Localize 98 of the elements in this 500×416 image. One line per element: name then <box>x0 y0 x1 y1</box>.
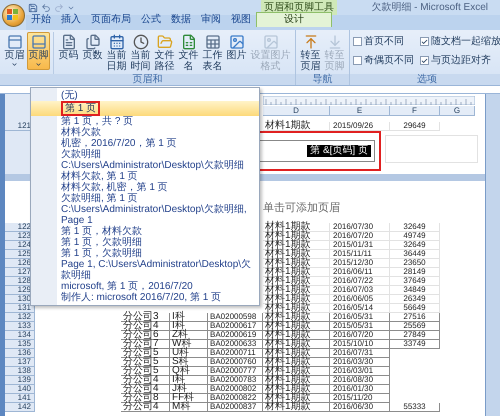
table-cell: 分公司7 <box>121 340 170 349</box>
table-cell: 2016/08/30 <box>330 376 390 385</box>
table-cell: BA02000617 <box>208 322 263 331</box>
table-cell: 材料1期款 <box>263 250 330 259</box>
table-cell: 2016/01/30 <box>330 385 390 394</box>
table-cell: 材料1期款 <box>263 394 330 403</box>
table-cell: M科 <box>170 403 208 412</box>
table-cell: 2015/01/31 <box>330 241 390 250</box>
table-cell: 2016/07/30 <box>330 223 390 232</box>
table-cell: 材料1期款 <box>263 286 330 295</box>
table-cell: 28149 <box>390 268 440 277</box>
table-cell: 2015/12/30 <box>330 259 390 268</box>
table-cell: 33749 <box>390 340 440 349</box>
table-cell: 材料1期款 <box>263 259 330 268</box>
table-cell: 2016/07/22 <box>330 277 390 286</box>
table-cell: 材料1期款 <box>263 358 330 367</box>
table-cell: 材料1期款 <box>263 295 330 304</box>
table-cell: 36449 <box>390 250 440 259</box>
table-cell: 材料1期款 <box>263 376 330 385</box>
table-cell: 分公司4 <box>121 385 170 394</box>
table-cell: I科 <box>170 376 208 385</box>
table-cell: 2015/11/20 <box>330 394 390 403</box>
table-cell: 26349 <box>390 295 440 304</box>
table-cell: 材料1期款 <box>263 322 330 331</box>
table-cell: Q科 <box>170 367 208 376</box>
table-cell: 分公司4 <box>121 322 170 331</box>
group-label: 选项 <box>350 74 500 85</box>
group-label: 导航 <box>296 74 349 85</box>
table-cell: FF科 <box>170 394 208 403</box>
table-cell: 2016/07/20 <box>330 232 390 241</box>
table-cell: 2016/03/30 <box>330 358 390 367</box>
table-cell: 分公司4 <box>121 376 170 385</box>
table-cell: 材料1期款 <box>263 403 330 412</box>
table-cell: 32649 <box>390 241 440 250</box>
table-cell: BA02000619 <box>208 331 263 340</box>
table-cell: 分公司3 <box>121 313 170 322</box>
table-cell: 材料1期款 <box>263 122 330 131</box>
table-cell: 2016/06/11 <box>330 268 390 277</box>
table-cell: 32649 <box>390 223 440 232</box>
table-cell: 分公司6 <box>121 331 170 340</box>
header-text: 第 &[页码] 页 <box>307 145 371 157</box>
checkbox-label: 首页不同 <box>364 36 404 47</box>
table-cell: 材料1期款 <box>263 349 330 358</box>
table-cell: BA02000783 <box>208 376 263 385</box>
table-cell: S科 <box>170 358 208 367</box>
table-cell: 分公司5 <box>121 358 170 367</box>
table-cell: BA02000822 <box>208 394 263 403</box>
table-cell: 材料1期款 <box>263 385 330 394</box>
table-cell: BA02000760 <box>208 358 263 367</box>
table-cell: BA02000598 <box>208 313 263 322</box>
table-cell: BA02000837 <box>208 403 263 412</box>
table-cell: 2016/03/01 <box>330 367 390 376</box>
table-cell: 2015/05/31 <box>330 322 390 331</box>
table-cell: BA02000777 <box>208 367 263 376</box>
table-cell: 分公司5 <box>121 349 170 358</box>
table-cell: 2016/06/30 <box>330 403 390 412</box>
table-cell: 2016/06/05 <box>330 295 390 304</box>
table-cell: 材料1期款 <box>263 367 330 376</box>
table-cell: I科 <box>170 313 208 322</box>
table-cell: 2015/11/11 <box>330 250 390 259</box>
table-cell: 23650 <box>390 259 440 268</box>
table-cell: 27516 <box>390 313 440 322</box>
table-cell: 2016/05/31 <box>330 313 390 322</box>
checkbox-label: 奇偶页不同 <box>364 55 414 66</box>
table-cell: W科 <box>170 340 208 349</box>
table-cell: 27849 <box>390 331 440 340</box>
table-cell: 分公司8 <box>121 394 170 403</box>
table-cell: 材料1期款 <box>263 232 330 241</box>
table-cell: 材料1期款 <box>263 340 330 349</box>
checkbox-label: 与页边距对齐 <box>431 55 491 66</box>
table-cell: 材料1期款 <box>263 241 330 250</box>
table-cell: 材料1期款 <box>263 223 330 232</box>
table-cell: 25569 <box>390 322 440 331</box>
table-cell: 29649 <box>390 122 440 131</box>
table-cell: BA02000633 <box>208 340 263 349</box>
table-cell: 2015/10/10 <box>330 340 390 349</box>
table-cell: BA02000802 <box>208 385 263 394</box>
table-cell: 2016/07/03 <box>330 286 390 295</box>
group-label: 页眉和 <box>0 74 295 85</box>
table-cell: 55333 <box>390 403 440 412</box>
table-cell: 37649 <box>390 277 440 286</box>
table-cell: 材料1期款 <box>263 304 330 313</box>
window-title: 欠款明细 - Microsoft Excel <box>371 2 489 14</box>
table-cell: 2016/05/14 <box>330 304 390 313</box>
table-cell: U科 <box>170 349 208 358</box>
table-cell: 材料1期款 <box>263 331 330 340</box>
table-cell: 材料1期款 <box>263 277 330 286</box>
table-cell: BA02000711 <box>208 349 263 358</box>
table-cell: 49749 <box>390 232 440 241</box>
table-cell: 56649 <box>390 304 440 313</box>
table-cell: 2016/07/20 <box>330 331 390 340</box>
table-cell: 材料1期款 <box>263 268 330 277</box>
table-cell: 2015/09/26 <box>330 122 390 131</box>
table-cell: 分公司5 <box>121 367 170 376</box>
table-cell: 34849 <box>390 286 440 295</box>
table-cell: 材料1期款 <box>263 313 330 322</box>
table-cell: 2016/07/31 <box>330 349 390 358</box>
table-cell: 分公司4 <box>121 403 170 412</box>
